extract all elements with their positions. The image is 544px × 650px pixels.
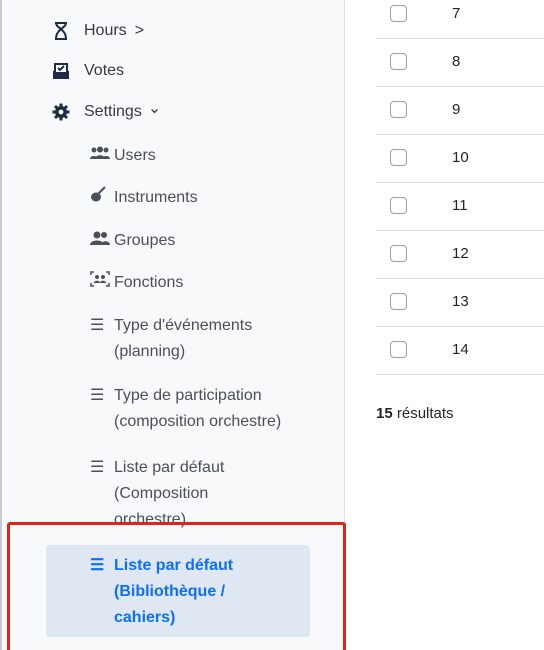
sidebar-item-votes[interactable]: Votes (50, 62, 124, 80)
row-number: 7 (452, 5, 461, 22)
id-badge-icon (90, 270, 114, 296)
sidebar-item-instruments[interactable]: Instruments (90, 185, 198, 211)
highlight-frame (7, 522, 346, 650)
sidebar-item-hours[interactable]: Hours > (50, 22, 144, 40)
sidebar-item-settings[interactable]: Settings ⌄ (50, 100, 161, 122)
row-number: 11 (452, 197, 468, 214)
hourglass-icon (50, 22, 72, 40)
row-number: 13 (452, 293, 469, 310)
sidebar-item-label: Settings (84, 103, 142, 120)
table-row: 8 (376, 40, 544, 87)
row-checkbox[interactable] (390, 53, 407, 70)
sidebar-item-groupes[interactable]: Groupes (90, 228, 175, 254)
row-checkbox[interactable] (390, 149, 407, 166)
row-checkbox[interactable] (390, 245, 407, 262)
sidebar-item-label-line2: (Composition (114, 485, 209, 502)
users-icon (90, 143, 114, 169)
row-number: 12 (452, 245, 469, 262)
results-count: 15 résultats (376, 405, 454, 422)
sidebar-item-type-evenements[interactable]: ☰ Type d'événements (planning) (90, 313, 252, 365)
row-checkbox[interactable] (390, 101, 407, 118)
guitar-icon (90, 185, 114, 211)
list-icon: ☰ (90, 317, 105, 334)
table-row: 12 (376, 232, 544, 279)
sidebar-item-label: Instruments (114, 189, 198, 206)
table-row: 7 (376, 0, 544, 39)
row-checkbox[interactable] (390, 197, 407, 214)
table-row: 13 (376, 280, 544, 327)
sidebar-edge (0, 0, 2, 650)
list-icon: ☰ (90, 459, 105, 476)
table-row: 11 (376, 184, 544, 231)
row-number: 14 (452, 341, 469, 358)
sidebar-item-label: Liste par défaut (114, 459, 225, 476)
row-number: 9 (452, 101, 461, 118)
table-row: 14 (376, 328, 544, 375)
results-label: résultats (396, 405, 454, 422)
sidebar-item-label-line2: (planning) (114, 343, 186, 360)
chevron-right-icon: > (134, 22, 145, 39)
row-number: 10 (452, 149, 469, 166)
row-checkbox[interactable] (390, 293, 407, 310)
sidebar-item-label: Type de participation (114, 387, 262, 404)
sidebar-item-fonctions[interactable]: Fonctions (90, 270, 183, 296)
sidebar-item-label: Users (114, 147, 156, 164)
sidebar-item-label: Fonctions (114, 274, 184, 291)
sidebar-item-label: Hours (84, 22, 127, 39)
list-icon: ☰ (90, 387, 105, 404)
vote-box-icon (50, 62, 72, 80)
group-icon (90, 228, 114, 254)
results-number: 15 (376, 405, 393, 422)
sidebar-item-label: Type d'événements (114, 317, 253, 334)
row-checkbox[interactable] (390, 341, 407, 358)
sidebar-item-type-participation[interactable]: ☰ Type de participation (composition orch… (90, 383, 281, 435)
sidebar-item-users[interactable]: Users (90, 143, 156, 169)
row-number: 8 (452, 53, 461, 70)
gear-icon (50, 103, 72, 121)
chevron-down-icon: ⌄ (147, 100, 162, 117)
row-checkbox[interactable] (390, 5, 407, 22)
sidebar-item-label: Votes (84, 62, 125, 79)
sidebar-item-label: Groupes (114, 232, 176, 249)
table-row: 10 (376, 136, 544, 183)
sidebar-item-label-line2: (composition orchestre) (114, 413, 282, 430)
table-row: 9 (376, 88, 544, 135)
